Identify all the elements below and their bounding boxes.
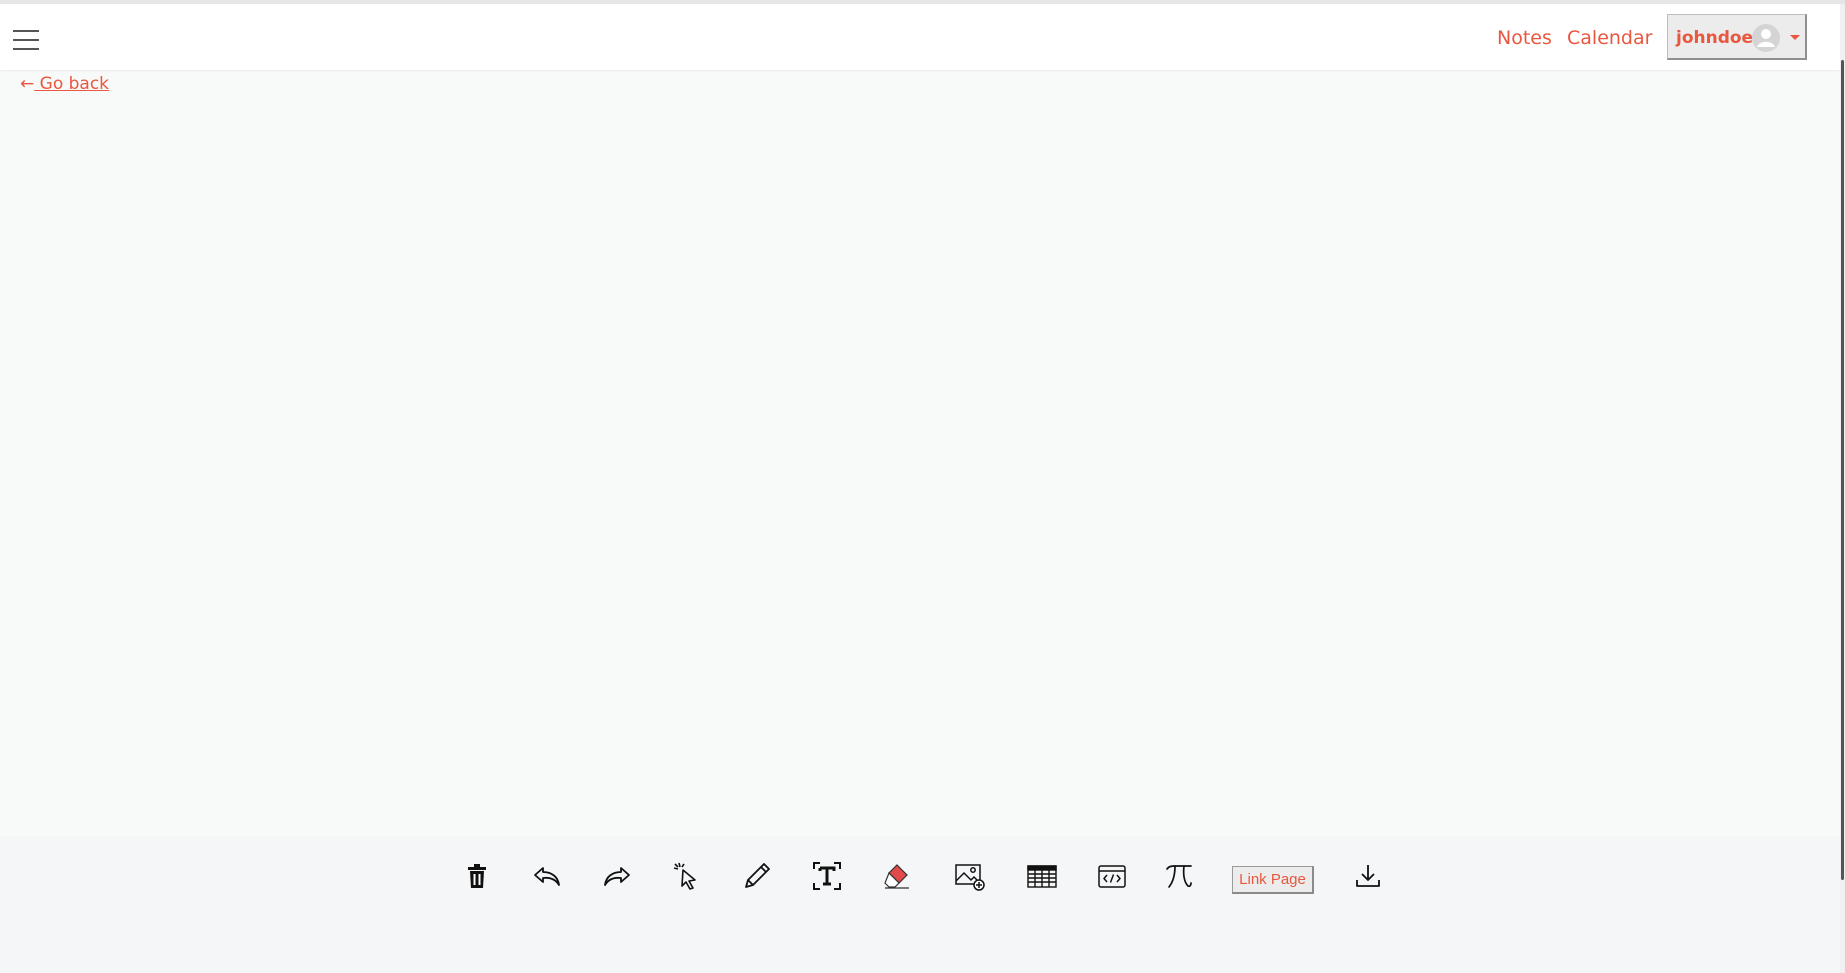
select-cursor-icon[interactable] bbox=[669, 858, 705, 894]
username-label: johndoe bbox=[1676, 28, 1754, 48]
pi-icon[interactable] bbox=[1161, 858, 1197, 894]
nav-link-calendar[interactable]: Calendar bbox=[1567, 27, 1652, 49]
caret-down-icon bbox=[1790, 35, 1800, 40]
navbar: Notes Calendar johndoe bbox=[0, 4, 1840, 70]
trash-icon[interactable] bbox=[459, 858, 495, 894]
add-image-icon[interactable] bbox=[951, 858, 987, 894]
scrollbar-thumb[interactable] bbox=[1841, 60, 1844, 880]
redo-icon[interactable] bbox=[599, 858, 635, 894]
nav-link-notes[interactable]: Notes bbox=[1497, 27, 1552, 49]
go-back-link[interactable]: ← Go back bbox=[20, 74, 109, 94]
pencil-icon[interactable] bbox=[739, 858, 775, 894]
user-avatar-icon bbox=[1751, 23, 1781, 53]
user-menu-button[interactable]: johndoe bbox=[1667, 14, 1807, 60]
hamburger-menu-icon[interactable] bbox=[13, 30, 39, 50]
download-icon[interactable] bbox=[1350, 858, 1386, 894]
eraser-icon[interactable] bbox=[879, 858, 915, 894]
back-arrow-icon: ← bbox=[20, 74, 35, 94]
text-tool-icon[interactable] bbox=[809, 858, 845, 894]
undo-icon[interactable] bbox=[529, 858, 565, 894]
code-block-icon[interactable] bbox=[1094, 858, 1130, 894]
link-page-button[interactable]: Link Page bbox=[1232, 866, 1314, 894]
table-icon[interactable] bbox=[1024, 858, 1060, 894]
bottom-toolbar bbox=[0, 836, 1840, 973]
drawing-canvas[interactable] bbox=[0, 96, 1840, 836]
go-back-label: Go back bbox=[34, 74, 110, 94]
